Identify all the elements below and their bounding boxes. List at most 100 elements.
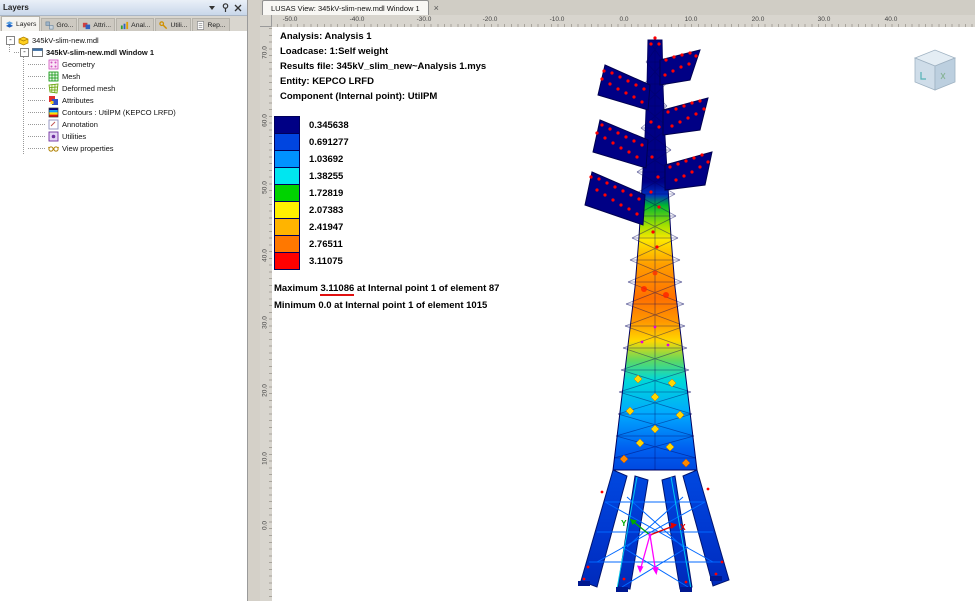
legend-swatch	[274, 235, 300, 253]
tree-item-label: 345kV-slim-new.mdl Window 1	[46, 48, 154, 57]
panel-splitter[interactable]	[248, 0, 260, 601]
legend-row: 0.691277	[274, 133, 349, 151]
tab-label: Layers	[16, 21, 36, 28]
document-close-button[interactable]: ×	[429, 1, 444, 15]
tower-model	[578, 36, 729, 592]
loadcase-line: Loadcase: 1:Self weight	[280, 44, 486, 59]
maximum-line: Maximum 3.11086 at Internal point 1 of e…	[274, 283, 499, 294]
legend-swatch	[274, 201, 300, 219]
tree-item-utilities[interactable]: Utilities	[4, 130, 247, 142]
tree-item-window[interactable]: - 345kV-slim-new.mdl Window 1	[4, 46, 247, 58]
ruler-tick-label: 10.0	[676, 16, 706, 23]
legend-value: 0.345638	[309, 120, 349, 131]
tree-item-model[interactable]: - 345kV-slim-new.mdl	[4, 34, 247, 46]
ruler-tick-label: -20.0	[475, 16, 505, 23]
document-tab[interactable]: LUSAS View: 345kV-slim-new.mdl Window 1	[262, 0, 429, 15]
tab-label: Attri...	[93, 22, 111, 29]
ruler-tick-label: 50.0	[262, 173, 269, 203]
tree-item-mesh[interactable]: Mesh	[4, 70, 247, 82]
legend-row: 2.07383	[274, 201, 349, 219]
annotation-icon	[48, 119, 59, 130]
component-line: Component (Internal point): UtilPM	[280, 89, 486, 104]
mesh-icon	[48, 71, 59, 82]
legend-swatch	[274, 184, 300, 202]
legend-swatch	[274, 133, 300, 151]
tree-item-geometry[interactable]: Geometry	[4, 58, 247, 70]
tree-item-label: Contours : UtilPM (KEPCO LRFD)	[62, 108, 176, 117]
tab-layers[interactable]: Layers	[1, 16, 40, 32]
tab-utilities[interactable]: Utili...	[155, 18, 191, 32]
legend-row: 0.345638	[274, 116, 349, 134]
panel-title: Layers	[3, 3, 205, 12]
ruler-tick-label: -30.0	[409, 16, 439, 23]
tab-label: Rep...	[207, 22, 225, 29]
layers-panel: Layers Layers Gro... Attri... Anal... Ut…	[0, 0, 248, 601]
legend-row: 3.11075	[274, 252, 349, 270]
tree-item-label: View properties	[62, 144, 114, 153]
tree-item-view-properties[interactable]: View properties	[4, 142, 247, 154]
panel-close-button[interactable]	[232, 2, 244, 13]
tree-item-contours[interactable]: Contours : UtilPM (KEPCO LRFD)	[4, 106, 247, 118]
layers-icon	[5, 20, 14, 29]
ruler-tick-label: 30.0	[809, 16, 839, 23]
tree-item-label: Annotation	[62, 120, 98, 129]
tab-label: Utili...	[170, 22, 187, 29]
tower-visualization[interactable]: Y X	[272, 27, 975, 601]
analyses-icon	[120, 21, 129, 30]
maximum-prefix: Maximum	[274, 283, 320, 294]
ruler-tick-label: 70.0	[262, 38, 269, 68]
ruler-tick-label: 0.0	[262, 511, 269, 541]
attributes-icon	[48, 95, 59, 106]
results-file-line: Results file: 345kV_slim_new~Analysis 1.…	[280, 59, 486, 74]
tab-reports[interactable]: Rep...	[192, 18, 229, 32]
ruler-tick-label: -40.0	[342, 16, 372, 23]
ruler-tick-label: 20.0	[743, 16, 773, 23]
tab-attributes[interactable]: Attri...	[78, 18, 115, 32]
tree-item-label: 345kV-slim-new.mdl	[32, 36, 99, 45]
tab-analyses[interactable]: Anal...	[116, 18, 154, 32]
view-cube[interactable]	[915, 50, 955, 90]
axis-x-label: X	[680, 522, 686, 532]
ruler-tick-label: -10.0	[542, 16, 572, 23]
legend-row: 2.41947	[274, 218, 349, 236]
legend-swatch	[274, 252, 300, 270]
geometry-icon	[48, 59, 59, 70]
legend-swatch	[274, 167, 300, 185]
main-view: LUSAS View: 345kV-slim-new.mdl Window 1 …	[260, 0, 975, 601]
utilities-icon	[48, 131, 59, 142]
panel-pin-button[interactable]	[219, 2, 231, 13]
document-tab-label: LUSAS View: 345kV-slim-new.mdl Window 1	[271, 4, 420, 13]
tree-expander[interactable]: -	[20, 48, 29, 57]
legend-swatch	[274, 218, 300, 236]
ruler-tick-label: 20.0	[262, 376, 269, 406]
drawing-canvas[interactable]: Y X Analysis: Analysis 1 Loadcase: 1:Sel…	[272, 27, 975, 601]
contour-legend: 0.345638 0.691277 1.03692 1.38255 1.7281…	[274, 117, 349, 270]
legend-value: 1.03692	[309, 154, 343, 165]
ruler-tick-label: 60.0	[262, 106, 269, 136]
tab-groups[interactable]: Gro...	[41, 18, 77, 32]
ruler-corner	[260, 15, 272, 27]
legend-value: 1.38255	[309, 171, 343, 182]
document-tabbar: LUSAS View: 345kV-slim-new.mdl Window 1 …	[260, 0, 975, 16]
panel-menu-button[interactable]	[206, 2, 218, 13]
analysis-line: Analysis: Analysis 1	[280, 29, 486, 44]
legend-value: 0.691277	[309, 137, 349, 148]
pin-icon	[221, 3, 230, 12]
legend-value: 2.76511	[309, 239, 343, 250]
ruler-tick-label: 40.0	[262, 241, 269, 271]
tree-item-label: Attributes	[62, 96, 94, 105]
legend-swatch	[274, 116, 300, 134]
ruler-tick-label: 30.0	[262, 308, 269, 338]
tab-label: Gro...	[56, 22, 73, 29]
chevron-down-icon	[209, 6, 215, 10]
maximum-suffix: at Internal point 1 of element 87	[354, 283, 499, 294]
panel-titlebar: Layers	[0, 0, 247, 16]
tree-item-deformed-mesh[interactable]: Deformed mesh	[4, 82, 247, 94]
ruler-tick-label: 10.0	[262, 444, 269, 474]
tree-expander[interactable]: -	[6, 36, 15, 45]
legend-value: 2.41947	[309, 222, 343, 233]
tree-item-label: Deformed mesh	[62, 84, 115, 93]
tree-item-attributes[interactable]: Attributes	[4, 94, 247, 106]
tree-item-annotation[interactable]: Annotation	[4, 118, 247, 130]
ruler-tick-label: -50.0	[275, 16, 305, 23]
